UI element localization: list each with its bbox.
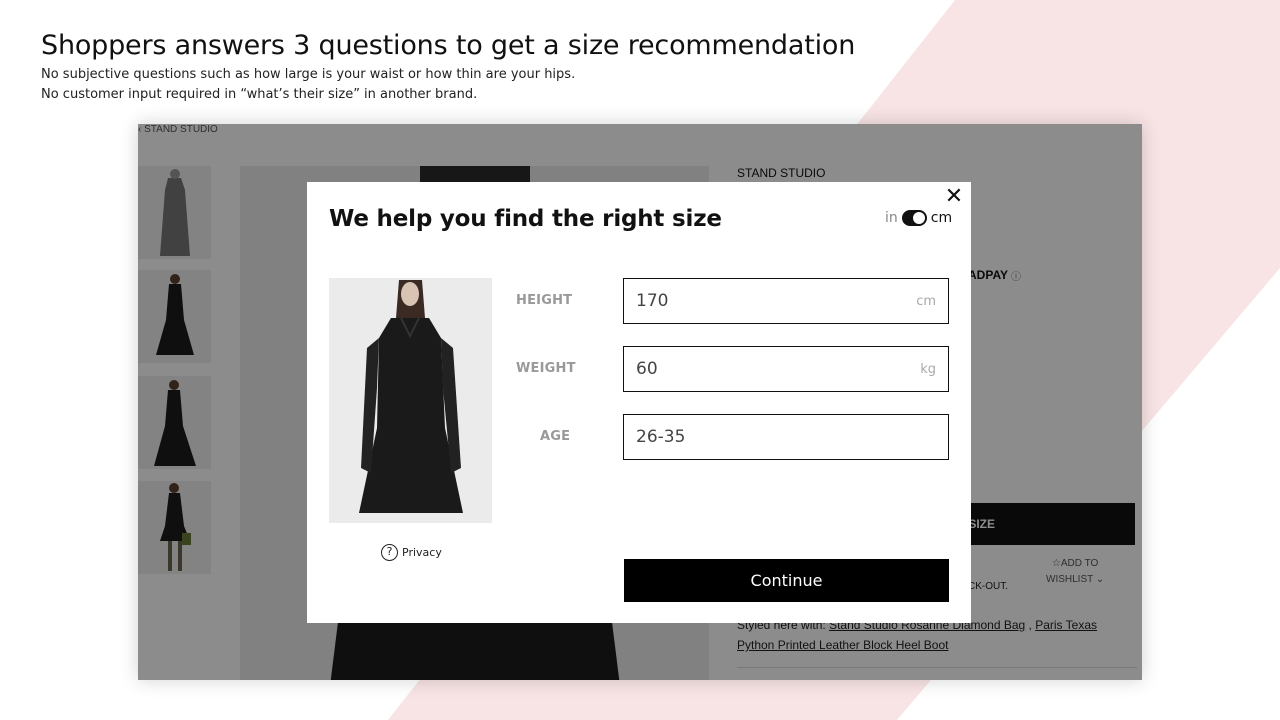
privacy-label: Privacy	[402, 546, 442, 559]
height-unit: cm	[916, 293, 936, 309]
height-value: 170	[636, 291, 669, 311]
weight-label: WEIGHT	[516, 361, 576, 376]
height-label: HEIGHT	[516, 293, 573, 308]
unit-option-cm[interactable]: cm	[931, 210, 952, 226]
continue-button[interactable]: Continue	[624, 559, 949, 602]
question-circle-icon: ?	[381, 544, 398, 561]
age-value: 26-35	[636, 427, 686, 447]
close-icon[interactable]: ✕	[943, 186, 965, 208]
weight-field[interactable]: 60 kg	[623, 346, 949, 392]
slide-title: Shoppers answers 3 questions to get a si…	[41, 30, 856, 61]
age-field[interactable]: 26-35	[623, 414, 949, 460]
weight-value: 60	[636, 359, 658, 379]
unit-option-in[interactable]: in	[885, 210, 898, 226]
slide-subtitle-2: No customer input required in “what’s th…	[41, 87, 478, 102]
weight-unit: kg	[920, 361, 936, 377]
size-finder-modal: ✕ We help you find the right size in cm …	[307, 182, 971, 623]
unit-toggle[interactable]: in cm	[885, 210, 952, 226]
slide-subtitle-1: No subjective questions such as how larg…	[41, 67, 576, 82]
product-image	[329, 278, 492, 523]
modal-title: We help you find the right size	[329, 206, 722, 232]
toggle-switch-icon[interactable]	[901, 210, 927, 226]
privacy-link[interactable]: ? Privacy	[381, 544, 442, 561]
height-field[interactable]: 170 cm	[623, 278, 949, 324]
age-label: AGE	[540, 429, 571, 444]
